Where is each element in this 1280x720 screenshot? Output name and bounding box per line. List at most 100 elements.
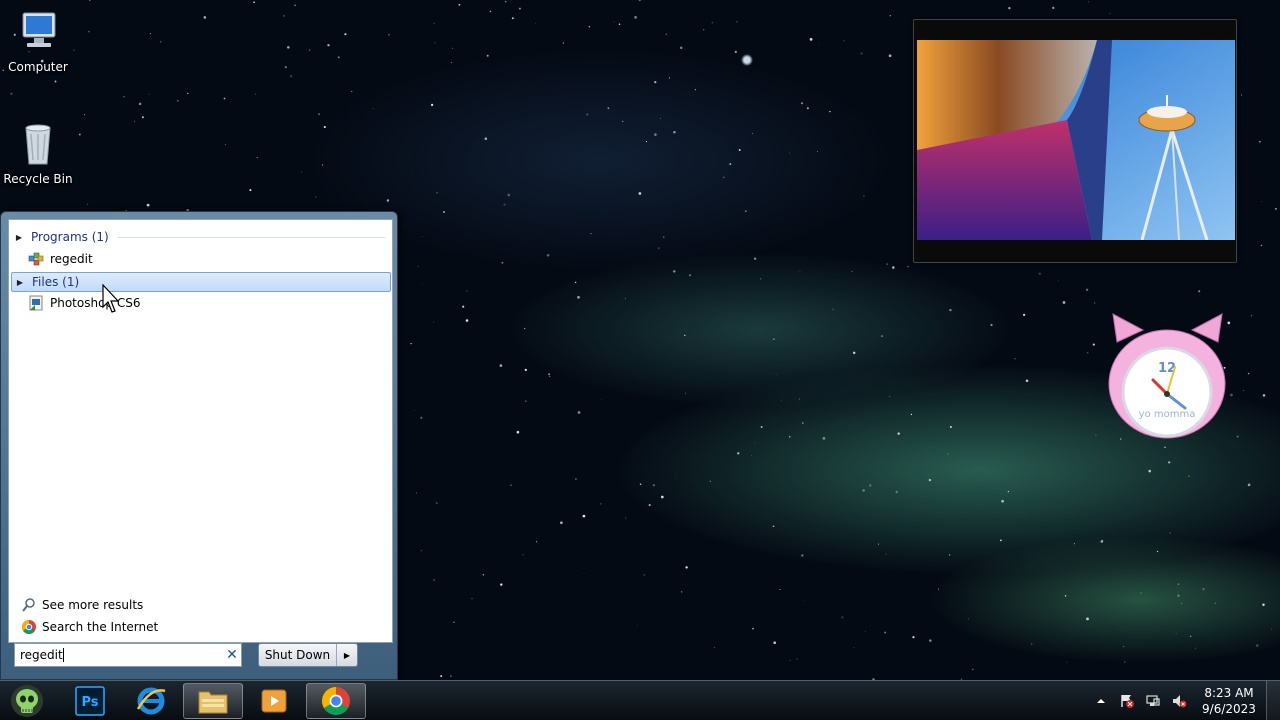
computer-desktop-icon[interactable]: Computer — [0, 8, 76, 74]
media-player-icon — [261, 689, 287, 713]
clock-gadget[interactable]: 12 yo momma — [1105, 312, 1230, 442]
star — [1214, 602, 1216, 604]
star — [600, 399, 602, 401]
star — [789, 435, 791, 438]
shut-down-options-arrow-icon[interactable]: ▶ — [337, 651, 357, 660]
star — [522, 554, 524, 556]
star — [638, 0, 641, 2]
star — [160, 41, 162, 43]
star — [413, 410, 415, 411]
star — [1247, 372, 1250, 375]
star — [458, 3, 461, 6]
star — [1177, 583, 1180, 585]
expand-arrow-icon[interactable]: ▶ — [12, 278, 28, 287]
star — [1250, 315, 1252, 317]
result-item-regedit[interactable]: regedit — [27, 249, 93, 269]
volume-muted-icon[interactable] — [1171, 693, 1187, 709]
star — [1100, 540, 1103, 543]
star — [256, 156, 258, 159]
taskbar-windows-explorer[interactable] — [183, 683, 243, 719]
star — [884, 631, 886, 634]
star — [1058, 280, 1059, 281]
clear-search-icon[interactable]: ✕ — [223, 647, 241, 663]
start-button[interactable] — [0, 683, 54, 719]
shut-down-button[interactable]: Shut Down ▶ — [258, 643, 358, 667]
see-more-results-link[interactable]: See more results — [21, 594, 158, 616]
star — [760, 278, 762, 280]
group-label: Files (1) — [32, 275, 80, 289]
star — [294, 4, 296, 7]
svg-text:Ps: Ps — [81, 695, 98, 710]
recycle-bin-icon — [14, 120, 62, 168]
star — [886, 263, 889, 265]
show-hidden-icons-icon[interactable] — [1093, 693, 1109, 709]
star — [146, 203, 150, 207]
star — [548, 373, 551, 376]
star — [738, 149, 741, 151]
star — [624, 298, 626, 300]
star — [910, 413, 913, 416]
action-center-flag-icon[interactable] — [1119, 693, 1135, 709]
star — [500, 583, 503, 586]
star — [1261, 201, 1263, 202]
star — [600, 503, 602, 505]
taskbar-media-player[interactable] — [244, 683, 304, 719]
see-more-label: See more results — [42, 598, 144, 612]
group-header-programs[interactable]: ▶ Programs (1) — [11, 227, 391, 247]
chrome-icon — [322, 687, 350, 715]
taskbar-clock[interactable]: 8:23 AM 9/6/2023 — [1198, 685, 1260, 717]
group-header-files[interactable]: ▶ Files (1) — [11, 272, 391, 292]
skull-orb-icon — [11, 685, 43, 717]
star — [1014, 357, 1016, 360]
star — [484, 137, 488, 140]
star — [1025, 379, 1029, 383]
star — [524, 368, 527, 372]
star — [535, 541, 538, 543]
search-results-pane: ▶ Programs (1) regedit ▶ Files (1) Photo… — [8, 219, 393, 643]
result-item-photoshop-cs6[interactable]: Photoshop CS6 — [27, 293, 141, 313]
star — [577, 295, 580, 299]
star — [433, 579, 435, 581]
text-caret — [62, 648, 64, 663]
star — [798, 398, 800, 400]
taskbar-photoshop[interactable]: Ps — [60, 683, 120, 719]
star — [1086, 351, 1089, 354]
taskbar-internet-explorer[interactable] — [121, 683, 181, 719]
star — [586, 113, 589, 116]
slideshow-gadget[interactable] — [913, 19, 1237, 263]
system-tray: 8:23 AM 9/6/2023 — [1088, 681, 1260, 720]
star — [88, 31, 90, 33]
star — [148, 93, 150, 95]
star — [1168, 461, 1171, 464]
search-internet-link[interactable]: Search the Internet — [21, 616, 158, 638]
star — [590, 233, 592, 235]
star — [949, 426, 952, 428]
expand-arrow-icon[interactable]: ▶ — [11, 233, 27, 242]
star — [525, 400, 527, 402]
network-icon[interactable] — [1145, 693, 1161, 709]
search-icon — [21, 597, 37, 613]
star — [709, 480, 711, 482]
star — [546, 253, 550, 257]
search-input-value: regedit — [20, 647, 63, 662]
star — [1177, 594, 1180, 597]
star — [928, 478, 932, 482]
star — [560, 521, 563, 525]
star — [471, 598, 473, 600]
taskbar-chrome[interactable] — [306, 683, 366, 719]
star — [829, 110, 831, 113]
star — [1030, 643, 1033, 645]
star — [577, 411, 581, 414]
star — [433, 22, 435, 24]
star — [869, 484, 872, 487]
star — [799, 271, 801, 273]
recycle-bin-desktop-icon[interactable]: Recycle Bin — [0, 120, 76, 186]
start-search-input[interactable]: regedit ✕ — [14, 643, 242, 667]
star — [1109, 13, 1111, 14]
star — [843, 40, 845, 42]
star — [780, 399, 782, 401]
show-desktop-button[interactable] — [1266, 681, 1280, 720]
star — [465, 319, 469, 322]
star — [639, 483, 642, 486]
star — [54, 80, 57, 83]
